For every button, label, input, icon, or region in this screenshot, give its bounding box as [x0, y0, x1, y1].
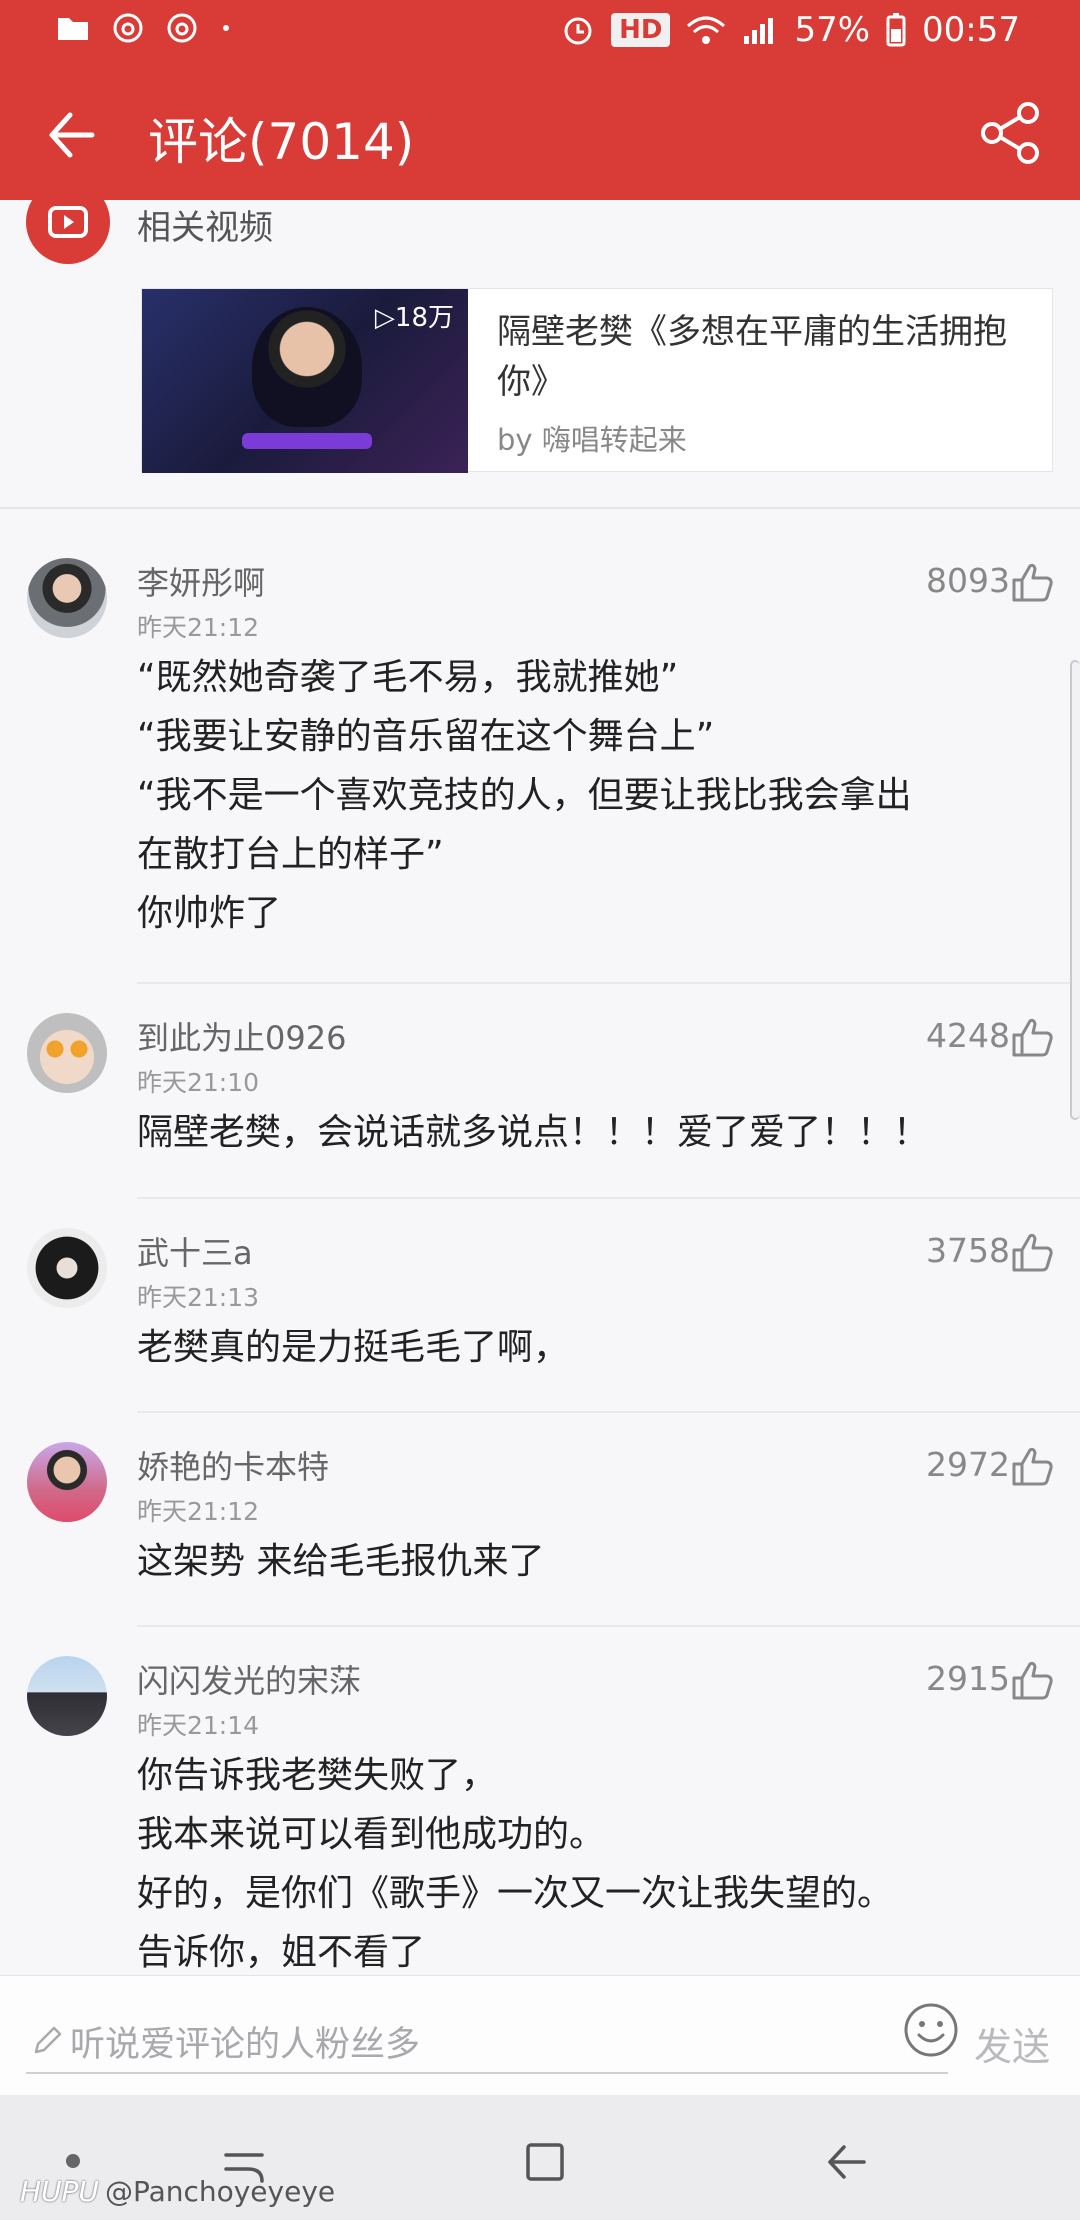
comment-time: 昨天21:12: [137, 1497, 260, 1526]
folder-icon: [58, 18, 88, 40]
comment-item: 武十三a 昨天21:13 3758 老樊真的是力挺毛毛了啊，: [0, 1200, 1080, 1414]
comment-username[interactable]: 李妍彤啊: [137, 558, 265, 604]
thumbs-up-icon[interactable]: [1010, 1230, 1054, 1274]
comment-item: 李妍彤啊 昨天21:12 8093 “既然她奇袭了毛不易，我就推她” “我要让安…: [0, 530, 1080, 985]
avatar[interactable]: [27, 1228, 107, 1308]
comment-username[interactable]: 娇艳的卡本特: [137, 1442, 329, 1488]
comment-divider: [137, 1625, 1080, 1627]
pencil-icon: [34, 2026, 62, 2054]
play-triangle-icon: ▷: [374, 303, 395, 333]
netease-music-icon: [113, 13, 143, 43]
nav-dot-icon[interactable]: [66, 2154, 80, 2168]
send-button[interactable]: 发送: [974, 2016, 1050, 2071]
comment-username[interactable]: 闪闪发光的宋莯: [137, 1656, 361, 1702]
like-count: 8093: [926, 561, 1010, 600]
comment-input[interactable]: 听说爱评论的人粉丝多: [26, 1976, 958, 2074]
comment-username[interactable]: 到此为止0926: [137, 1013, 346, 1059]
comment-time: 昨天21:10: [137, 1068, 260, 1097]
comment-item: 闪闪发光的宋莯 昨天21:14 2915 你告诉我老樊失败了， 我本来说可以看到…: [0, 1628, 1080, 1975]
comment-scroll-area[interactable]: 相关视频 ▷18万 隔壁老樊《多想在平庸的生活拥抱你》 by 嗨唱转起来 李妍彤…: [0, 200, 1080, 1975]
battery-percent: 57%: [794, 10, 871, 50]
watermark-brand: HUPU: [20, 2175, 99, 2208]
comment-line: 你告诉我老樊失败了，: [137, 1755, 498, 1796]
comment-text: 这架势 来给毛毛报仇来了: [137, 1532, 1017, 1591]
thumbs-up-icon[interactable]: [1010, 1444, 1054, 1488]
alarm-icon: [564, 17, 592, 45]
avatar[interactable]: [27, 1013, 107, 1093]
related-videos-label: 相关视频: [137, 208, 273, 248]
video-author: by 嗨唱转起来: [497, 423, 687, 457]
input-placeholder: 听说爱评论的人粉丝多: [70, 2025, 421, 2065]
video-thumbnail: ▷18万: [142, 289, 468, 473]
notification-dot-icon: [223, 25, 229, 31]
comment-username[interactable]: 武十三a: [137, 1228, 253, 1274]
hd-badge: HD: [611, 13, 671, 47]
comment-line: 我本来说可以看到他成功的。: [137, 1814, 606, 1855]
like-count: 2915: [926, 1659, 1010, 1698]
comment-line: “既然她奇袭了毛不易，我就推她”: [137, 657, 679, 698]
comment-time: 昨天21:13: [137, 1283, 260, 1312]
thumbs-up-icon[interactable]: [1010, 560, 1054, 604]
comment-item: 娇艳的卡本特 昨天21:12 2972 这架势 来给毛毛报仇来了: [0, 1414, 1080, 1628]
thumbs-up-icon[interactable]: [1010, 1658, 1054, 1702]
comment-item: 到此为止0926 昨天21:10 4248 隔壁老樊，会说话就多说点！！！爱了爱…: [0, 985, 1080, 1200]
comment-time: 昨天21:12: [137, 613, 260, 642]
app-header: HD 57% 00:57 评论(7014): [0, 0, 1080, 200]
comment-line: “我要让安静的音乐留在这个舞台上”: [137, 716, 715, 757]
play-count-value: 18万: [394, 303, 454, 333]
avatar[interactable]: [27, 1442, 107, 1522]
clock: 00:57: [922, 10, 1020, 50]
comment-time: 昨天21:14: [137, 1711, 260, 1740]
comment-divider: [137, 1197, 1080, 1199]
share-icon[interactable]: [976, 98, 1046, 168]
comment-list: 李妍彤啊 昨天21:12 8093 “既然她奇袭了毛不易，我就推她” “我要让安…: [0, 530, 1080, 1975]
watermark: HUPU @Panchoyeyeye: [20, 2175, 335, 2208]
nav-back-icon[interactable]: [820, 2135, 874, 2189]
back-arrow-icon[interactable]: [40, 100, 110, 170]
video-title: 隔壁老樊《多想在平庸的生活拥抱你》: [497, 312, 1007, 402]
comment-line: 你帅炸了: [137, 893, 282, 934]
comment-text: 老樊真的是力挺毛毛了啊，: [137, 1318, 1017, 1377]
section-divider: [0, 507, 1080, 509]
like-count: 4248: [926, 1016, 1010, 1055]
emoji-icon[interactable]: [902, 2001, 960, 2059]
avatar[interactable]: [27, 1656, 107, 1736]
thumbs-up-icon[interactable]: [1010, 1015, 1054, 1059]
wifi-icon: [687, 16, 726, 44]
comment-input-bar: 听说爱评论的人粉丝多 发送: [0, 1975, 1080, 2095]
comment-line: 告诉你，姐不看了: [137, 1932, 426, 1973]
scrollbar[interactable]: [1070, 660, 1080, 1120]
like-count: 2972: [926, 1445, 1010, 1484]
comment-line: 在散打台上的样子”: [137, 834, 444, 875]
comment-line: 隔壁老樊，会说话就多说点！！！爱了爱了！！！: [137, 1112, 930, 1153]
watermark-handle: @Panchoyeyeye: [104, 2175, 336, 2208]
comment-text: 你告诉我老樊失败了， 我本来说可以看到他成功的。 好的，是你们《歌手》一次又一次…: [137, 1746, 1017, 1975]
comment-line: “我不是一个喜欢竞技的人，但要让我比我会拿出: [137, 775, 912, 816]
related-video-card[interactable]: ▷18万 隔壁老樊《多想在平庸的生活拥抱你》 by 嗨唱转起来: [141, 288, 1053, 473]
play-count: ▷18万: [375, 297, 454, 334]
comment-text: 隔壁老樊，会说话就多说点！！！爱了爱了！！！: [137, 1103, 1017, 1162]
avatar[interactable]: [27, 558, 107, 638]
page-title: 评论(7014): [148, 113, 415, 171]
home-icon[interactable]: [518, 2135, 572, 2189]
battery-icon: [886, 13, 906, 47]
comment-line: 这架势 来给毛毛报仇来了: [137, 1541, 545, 1582]
status-bar: HD 57% 00:57: [0, 0, 1080, 64]
comment-text: “既然她奇袭了毛不易，我就推她” “我要让安静的音乐留在这个舞台上” “我不是一…: [137, 648, 1017, 943]
netease-music-icon-2: [167, 13, 197, 43]
comment-divider: [137, 982, 1080, 984]
like-count: 3758: [926, 1231, 1010, 1270]
video-play-icon: [26, 200, 110, 264]
comment-divider: [137, 1411, 1080, 1413]
comment-line: 好的，是你们《歌手》一次又一次让我失望的。: [137, 1873, 894, 1914]
comment-line: 老樊真的是力挺毛毛了啊，: [137, 1327, 570, 1368]
signal-icon: [744, 18, 774, 44]
